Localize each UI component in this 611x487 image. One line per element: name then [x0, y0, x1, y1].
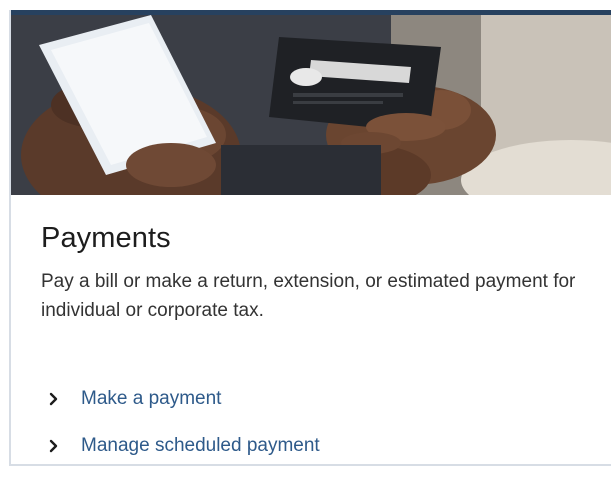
manage-scheduled-payment-label[interactable]: Manage scheduled payment: [81, 435, 320, 457]
chevron-right-icon: [49, 392, 81, 406]
chevron-right-icon: [49, 439, 81, 453]
card-title: Payments: [41, 222, 171, 254]
card-description: Pay a bill or make a return, extension, …: [41, 271, 576, 321]
make-payment-label[interactable]: Make a payment: [81, 388, 221, 410]
hands-phone-card-illustration: [11, 15, 611, 195]
hero-image: [11, 15, 611, 195]
make-payment-link[interactable]: Make a payment: [49, 375, 320, 422]
manage-scheduled-payment-link[interactable]: Manage scheduled payment: [49, 422, 320, 464]
payment-links-list: Make a payment Manage scheduled payment: [49, 375, 320, 464]
payments-card: Payments Pay a bill or make a return, ex…: [9, 10, 611, 466]
